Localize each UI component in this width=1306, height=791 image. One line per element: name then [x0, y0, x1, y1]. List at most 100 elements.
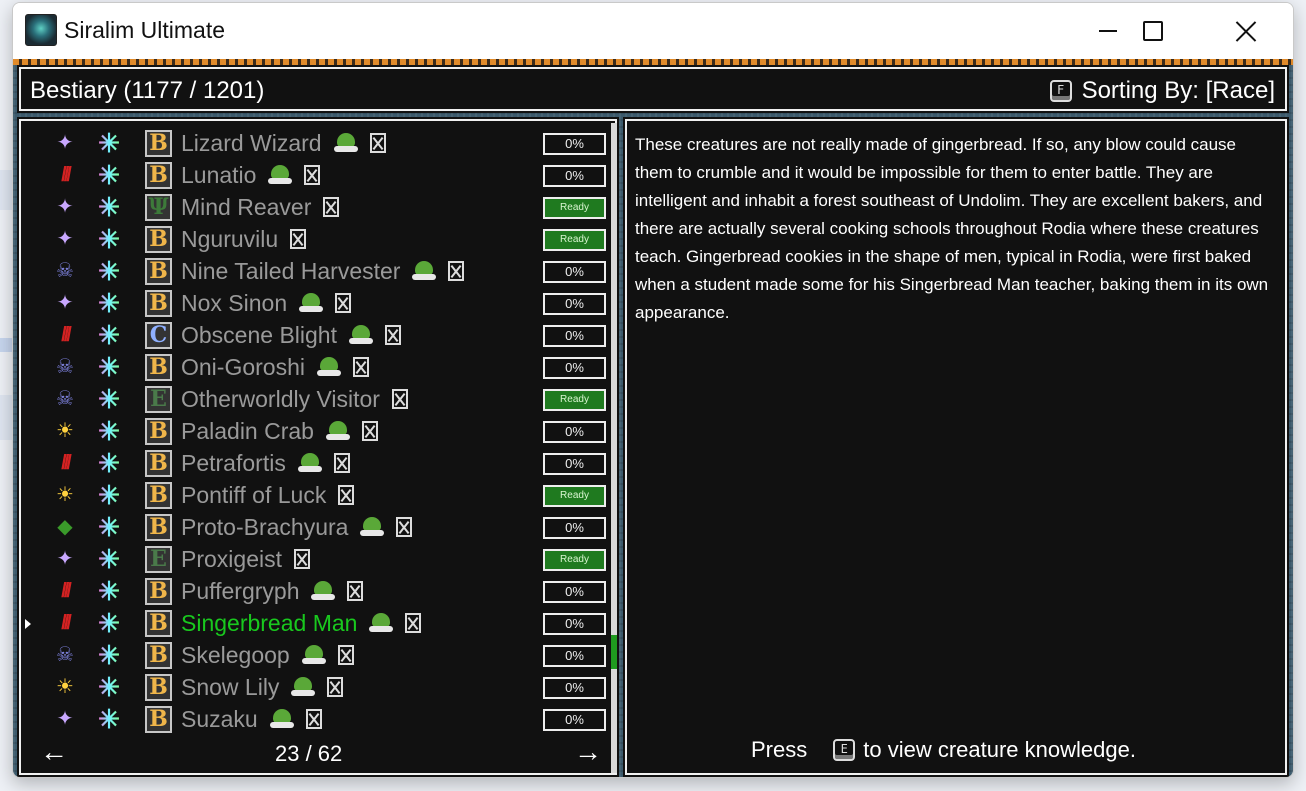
creature-row[interactable]: ☠ ✳ E Otherworldly Visitor Ready	[21, 383, 611, 415]
knowledge-progress-badge: 0%	[543, 677, 606, 699]
death-icon: ☠	[56, 356, 74, 378]
creature-name-group: Proto-Brachyura	[181, 513, 413, 541]
unchecked-box-icon	[304, 165, 321, 185]
prismatic-star-icon: ✳	[98, 416, 120, 446]
arcana-icon: ✦	[56, 292, 74, 314]
death-icon: ☠	[56, 260, 74, 282]
creature-row[interactable]: /// ✳ B Puffergryph 0%	[21, 575, 611, 607]
prismatic-star-icon: ✳	[98, 224, 120, 254]
slime-icon	[269, 709, 294, 729]
arcana-icon: ✦	[56, 196, 74, 218]
desktop-background	[0, 395, 12, 440]
knowledge-progress-badge: Ready	[543, 485, 606, 507]
description-panel: These creatures are not really made of g…	[625, 119, 1287, 775]
chaos-icon: ///	[61, 580, 72, 602]
knowledge-progress-badge: 0%	[543, 453, 606, 475]
scrollbar-thumb[interactable]	[611, 635, 617, 669]
keyboard-key-icon: F	[1049, 80, 1072, 102]
game-border-decoration	[13, 59, 1293, 65]
sort-control[interactable]: F Sorting By: [Race]	[1049, 77, 1275, 105]
rarity-badge-icon: E	[145, 386, 172, 413]
creature-name: Obscene Blight	[181, 321, 337, 348]
creature-row[interactable]: /// ✳ B Petrafortis 0%	[21, 447, 611, 479]
creature-name: Nguruvilu	[181, 225, 279, 252]
list-scrollbar[interactable]	[611, 123, 617, 773]
creature-name-group: Puffergryph	[181, 577, 364, 605]
creature-row[interactable]: ✦ ✳ B Lizard Wizard 0%	[21, 127, 611, 159]
creature-row[interactable]: ✦ ✳ Ψ Mind Reaver Ready	[21, 191, 611, 223]
creature-row[interactable]: ☠ ✳ B Skelegoop 0%	[21, 639, 611, 671]
creature-name: Singerbread Man	[181, 609, 358, 636]
creature-row[interactable]: ☀ ✳ B Snow Lily 0%	[21, 671, 611, 703]
slime-icon	[325, 421, 350, 441]
creature-row[interactable]: /// ✳ B Singerbread Man 0%	[21, 607, 611, 639]
slime-icon	[316, 357, 341, 377]
previous-page-button[interactable]: ←	[39, 737, 69, 767]
chaos-icon: ///	[61, 324, 72, 346]
slime-icon	[369, 613, 394, 633]
title-bar[interactable]: Siralim Ultimate	[13, 3, 1293, 59]
prismatic-star-icon: ✳	[98, 256, 120, 286]
maximize-button[interactable]	[1108, 3, 1198, 59]
creature-name-group: Nox Sinon	[181, 289, 352, 317]
creature-name-group: Snow Lily	[181, 673, 344, 701]
knowledge-progress-badge: 0%	[543, 261, 606, 283]
creature-row[interactable]: ✦ ✳ B Suzaku 0%	[21, 703, 611, 735]
rarity-badge-icon: B	[145, 578, 172, 605]
creature-row[interactable]: ✦ ✳ B Nox Sinon 0%	[21, 287, 611, 319]
press-label: Press	[751, 737, 808, 762]
slime-icon	[333, 133, 358, 153]
creature-name-group: Singerbread Man	[181, 609, 422, 637]
window-title: Siralim Ultimate	[64, 17, 226, 43]
chaos-icon: ///	[61, 452, 72, 474]
creature-row[interactable]: ◆ ✳ B Proto-Brachyura 0%	[21, 511, 611, 543]
creature-row[interactable]: ☀ ✳ B Pontiff of Luck Ready	[21, 479, 611, 511]
knowledge-progress-badge: Ready	[543, 389, 606, 411]
creature-description: These creatures are not really made of g…	[635, 135, 1269, 322]
creature-name: Proxigeist	[181, 545, 282, 572]
unchecked-box-icon	[338, 485, 355, 505]
prismatic-star-icon: ✳	[98, 576, 120, 606]
arcana-icon: ✦	[56, 228, 74, 250]
prismatic-star-icon: ✳	[98, 672, 120, 702]
creature-row[interactable]: ✦ ✳ B Nguruvilu Ready	[21, 223, 611, 255]
unchecked-box-icon	[384, 325, 401, 345]
arcana-icon: ✦	[56, 132, 74, 154]
creature-name-group: Nine Tailed Harvester	[181, 257, 465, 285]
prismatic-star-icon: ✳	[98, 640, 120, 670]
rarity-badge-icon: B	[145, 162, 172, 189]
knowledge-hint: Press E to view creature knowledge.	[751, 737, 1136, 763]
rarity-badge-icon: B	[145, 482, 172, 509]
creature-name-group: Proxigeist	[181, 545, 310, 573]
creature-name: Paladin Crab	[181, 417, 314, 444]
slime-icon	[311, 581, 336, 601]
creature-name: Otherworldly Visitor	[181, 385, 380, 412]
creature-name: Oni-Goroshi	[181, 353, 305, 380]
slime-icon	[412, 261, 437, 281]
knowledge-progress-badge: 0%	[543, 325, 606, 347]
rarity-badge-icon: B	[145, 706, 172, 733]
creature-row[interactable]: ✦ ✳ E Proxigeist Ready	[21, 543, 611, 575]
arcana-icon: ✦	[56, 548, 74, 570]
creature-name-group: Pontiff of Luck	[181, 481, 355, 509]
unchecked-box-icon	[352, 357, 369, 377]
prismatic-star-icon: ✳	[98, 608, 120, 638]
app-icon	[25, 14, 57, 46]
creature-row[interactable]: /// ✳ C Obscene Blight 0%	[21, 319, 611, 351]
creature-row[interactable]: /// ✳ B Lunatio 0%	[21, 159, 611, 191]
unchecked-box-icon	[335, 293, 352, 313]
unchecked-box-icon	[369, 133, 386, 153]
rarity-badge-icon: B	[145, 514, 172, 541]
creature-row[interactable]: ☠ ✳ B Nine Tailed Harvester 0%	[21, 255, 611, 287]
close-button[interactable]	[1201, 3, 1291, 59]
creature-row[interactable]: ☀ ✳ B Paladin Crab 0%	[21, 415, 611, 447]
unchecked-box-icon	[293, 549, 310, 569]
unchecked-box-icon	[347, 581, 364, 601]
creature-name-group: Oni-Goroshi	[181, 353, 369, 381]
creature-row[interactable]: ☠ ✳ B Oni-Goroshi 0%	[21, 351, 611, 383]
slime-icon	[297, 453, 322, 473]
unchecked-box-icon	[448, 261, 465, 281]
knowledge-progress-badge: 0%	[543, 357, 606, 379]
slime-icon	[268, 165, 293, 185]
next-page-button[interactable]: →	[573, 737, 603, 767]
